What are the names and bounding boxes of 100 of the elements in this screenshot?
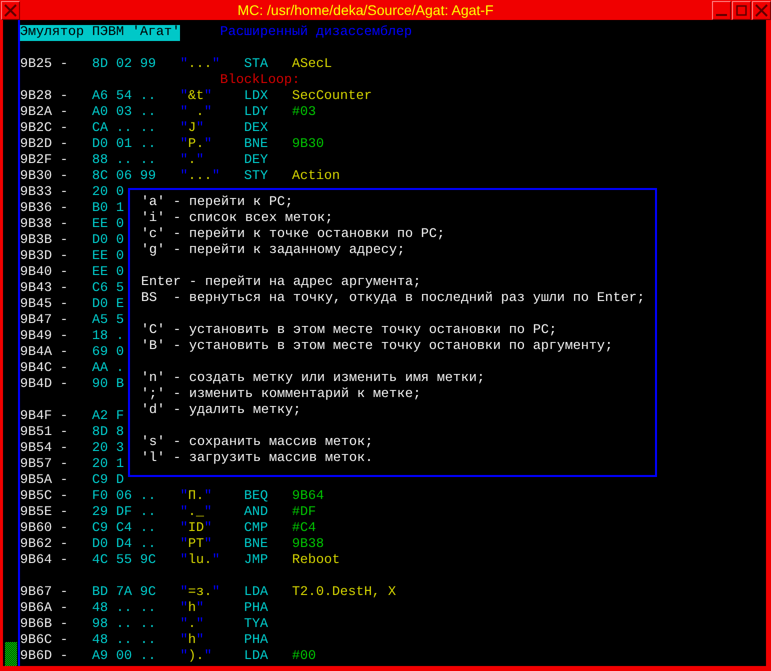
maximize-button[interactable] [732,0,751,20]
mnemonic-text: STA [244,57,268,73]
address-text: 9B5C [20,489,52,505]
ascii-text: ")." [180,649,212,665]
address-text: 9B33 [20,185,52,201]
ascii-text: "h" [180,633,204,649]
address-text: 9B45 [20,297,52,313]
hex-bytes: 8D 8 [92,425,124,441]
operand-text: 9B38 [292,537,324,553]
help-line: 'n' - создать метку или изменить имя метки; [141,371,486,387]
help-line: 'g' - перейти к заданному адресу; [141,243,406,259]
separator-text: - [60,473,68,489]
ascii-text: "lu." [180,553,220,569]
separator-text: - [60,249,68,265]
help-line: 'l' - загрузить массив меток. [141,451,374,467]
hex-bytes: D0 D4 .. [92,537,156,553]
help-line: BS - вернуться на точку, откуда в последний раз ушли по Enter; [141,291,644,307]
hex-bytes: CA .. .. [92,121,156,137]
help-line: ';' - изменить комментарий к метке; [141,387,422,403]
address-text: 9B3B [20,233,52,249]
separator-text: - [60,505,68,521]
address-text: 9B67 [20,585,52,601]
address-text: 9B43 [20,281,52,297]
hex-bytes: 20 3 [92,441,124,457]
app-title: Эмулятор ПЭВМ 'Агат' [20,25,180,41]
address-text: 9B40 [20,265,52,281]
separator-text: - [60,553,68,569]
ascii-text: "." [180,617,204,633]
hex-bytes: D0 0 [92,233,124,249]
hex-bytes: A9 00 .. [92,649,156,665]
hex-bytes: A2 F [92,409,124,425]
operand-text: 9B64 [292,489,324,505]
separator-text: - [60,121,68,137]
help-line: 'C' - установить в этом месте точку остановки по PC; [141,323,558,339]
ascii-text: "=з." [180,585,220,601]
mnemonic-text: LDY [244,105,268,121]
ascii-text: "J" [180,121,204,137]
separator-text: - [60,201,68,217]
separator-text: - [60,361,68,377]
help-line: 'a' - перейти к PC; [141,195,294,211]
ascii-text: "._" [180,505,212,521]
separator-text: - [60,345,68,361]
ascii-text: "ID" [180,521,212,537]
separator-text: - [60,105,68,121]
hex-bytes: A0 03 .. [92,105,156,121]
hex-bytes: AA . [92,361,124,377]
operand-text: T2.0.DestH, X [292,585,396,601]
hex-bytes: BD 7A 9C [92,585,156,601]
separator-text: - [60,409,68,425]
address-text: 9B4C [20,361,52,377]
separator-text: - [60,601,68,617]
separator-text: - [60,537,68,553]
ascii-text: "PT" [180,537,212,553]
hex-bytes: EE 0 [92,265,124,281]
address-text: 9B57 [20,457,52,473]
mnemonic-text: PHA [244,633,268,649]
ascii-text: "П." [180,489,212,505]
separator-text: - [60,585,68,601]
operand-text: #C4 [292,521,316,537]
address-text: 9B5A [20,473,52,489]
label-name: BlockLoop: [220,73,300,89]
separator-text: - [60,185,68,201]
separator-text: - [60,633,68,649]
separator-text: - [60,153,68,169]
help-line: 'd' - удалить метку; [141,403,302,419]
operand-text: Action [292,169,340,185]
help-line: 'B' - установить в этом месте точку остановки по аргументу; [141,339,614,355]
mnemonic-text: DEX [244,121,268,137]
address-text: 9B62 [20,537,52,553]
separator-text: - [60,377,68,393]
close-button[interactable] [1,0,20,20]
close-button[interactable] [752,0,771,20]
hex-bytes: 4C 55 9C [92,553,156,569]
separator-text: - [60,169,68,185]
help-line: Enter - перейти на адрес аргумента; [141,275,422,291]
ascii-text: "." [180,153,204,169]
mnemonic-text: BEQ [244,489,268,505]
hex-bytes: 88 .. .. [92,153,156,169]
address-text: 9B2F [20,153,52,169]
separator-text: - [60,457,68,473]
address-text: 9B54 [20,441,52,457]
address-text: 9B28 [20,89,52,105]
address-text: 9B25 [20,57,52,73]
hex-bytes: 48 .. .. [92,601,156,617]
minimize-button[interactable] [712,0,731,20]
hex-bytes: C6 5 [92,281,124,297]
separator-text: - [60,649,68,665]
address-text: 9B49 [20,329,52,345]
hex-bytes: 98 .. .. [92,617,156,633]
separator-text: - [60,489,68,505]
ascii-text: "..." [180,57,220,73]
address-text: 9B30 [20,169,52,185]
operand-text: 9B30 [292,137,324,153]
separator-text: - [60,297,68,313]
address-text: 9B6C [20,633,52,649]
hex-bytes: D0 01 .. [92,137,156,153]
ascii-text: "&t" [180,89,212,105]
address-text: 9B38 [20,217,52,233]
address-text: 9B47 [20,313,52,329]
separator-text: - [60,233,68,249]
